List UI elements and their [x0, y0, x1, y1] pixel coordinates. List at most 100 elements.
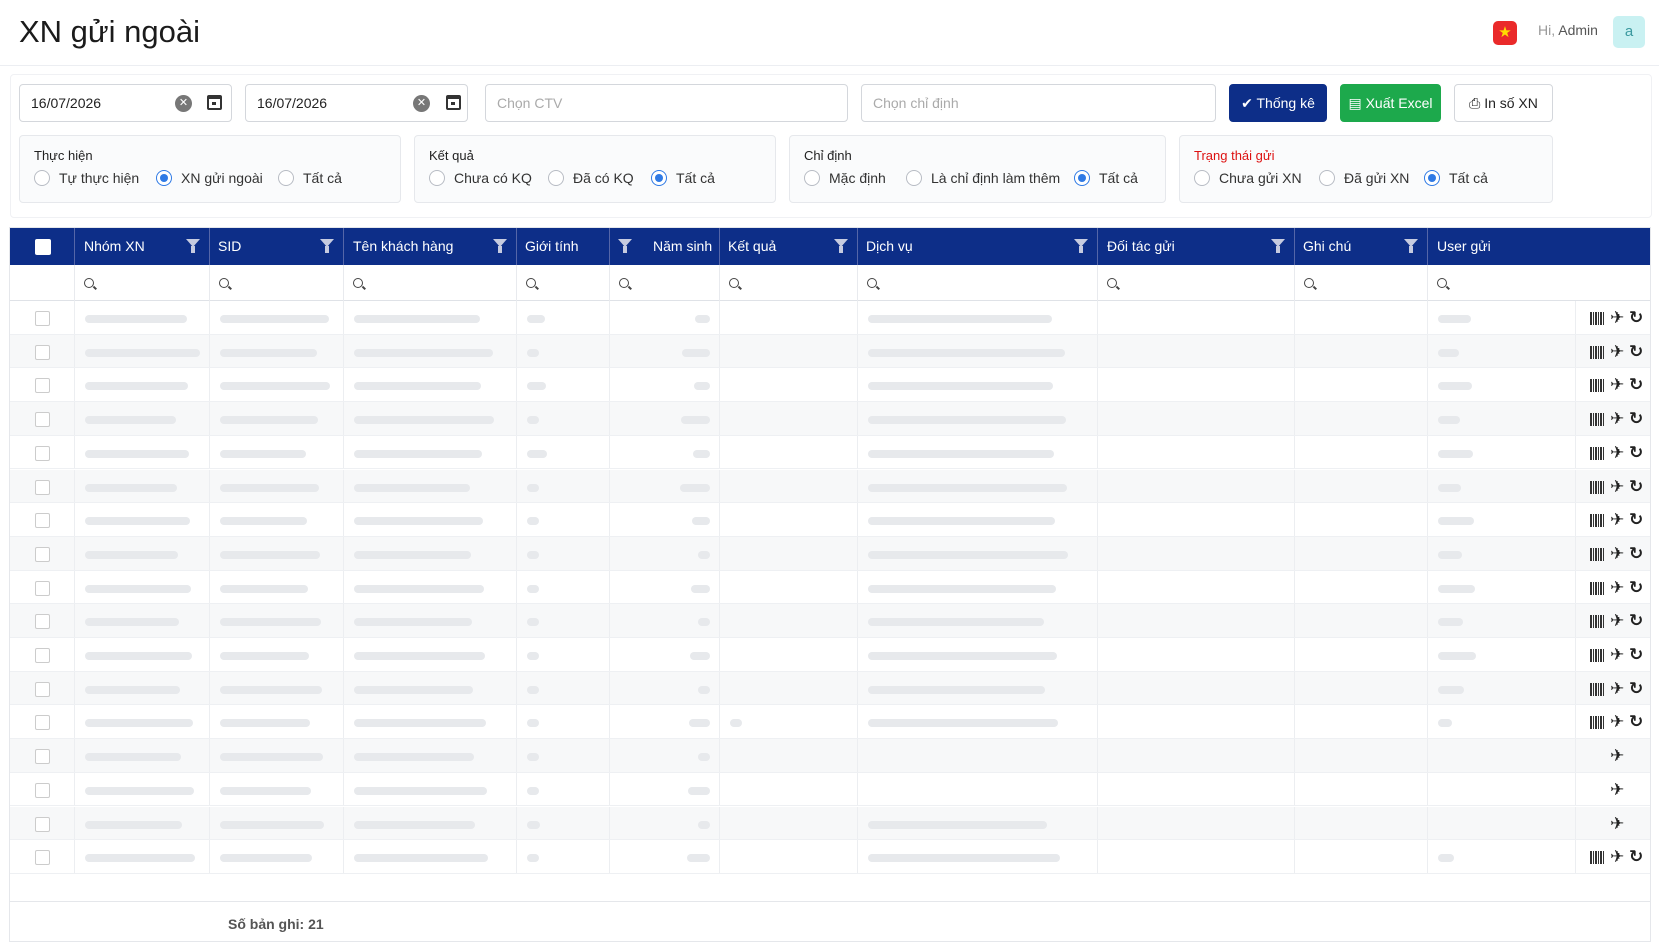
send-plane-icon[interactable]: ✈ — [1610, 544, 1624, 564]
undo-icon[interactable]: ↻ — [1629, 544, 1643, 564]
col-header-sid[interactable]: SID — [210, 228, 344, 265]
undo-icon[interactable]: ↻ — [1629, 578, 1643, 598]
to-date-input[interactable]: 16/07/2026 ✕ — [245, 84, 468, 122]
table-row[interactable]: ✈ ↻ — [10, 368, 1650, 403]
row-checkbox[interactable] — [35, 614, 50, 630]
filter-icon[interactable] — [1404, 239, 1418, 253]
row-checkbox[interactable] — [35, 513, 50, 529]
table-row[interactable]: ✈ — [10, 739, 1650, 773]
undo-icon[interactable]: ↻ — [1629, 679, 1643, 699]
send-plane-icon[interactable]: ✈ — [1610, 679, 1624, 699]
column-search[interactable] — [75, 265, 210, 301]
col-header-ket-qua[interactable]: Kết quả — [720, 228, 858, 265]
undo-icon[interactable]: ↻ — [1629, 712, 1643, 732]
send-plane-icon[interactable]: ✈ — [1610, 814, 1624, 834]
radio-da-gui-xn[interactable]: Đã gửi XN — [1319, 169, 1409, 187]
undo-icon[interactable]: ↻ — [1629, 342, 1643, 362]
send-plane-icon[interactable]: ✈ — [1610, 409, 1624, 429]
table-row[interactable]: ✈ ↻ — [10, 604, 1650, 638]
table-row[interactable]: ✈ — [10, 806, 1650, 841]
user-name[interactable]: Admin — [1558, 22, 1598, 38]
send-plane-icon[interactable]: ✈ — [1610, 510, 1624, 530]
clear-icon[interactable]: ✕ — [413, 95, 430, 112]
column-search[interactable] — [720, 265, 858, 301]
send-plane-icon[interactable]: ✈ — [1610, 645, 1624, 665]
column-search[interactable] — [858, 265, 1098, 301]
col-header-ten-khach-hang[interactable]: Tên khách hàng — [344, 228, 517, 265]
barcode-icon[interactable] — [1590, 379, 1605, 393]
row-checkbox[interactable] — [35, 749, 50, 765]
col-header-nhom-xn[interactable]: Nhóm XN — [75, 228, 210, 265]
table-row[interactable]: ✈ ↻ — [10, 536, 1650, 571]
col-header-nam-sinh[interactable]: Năm sinh — [610, 228, 720, 265]
table-row[interactable]: ✈ ↻ — [10, 301, 1650, 335]
send-plane-icon[interactable]: ✈ — [1610, 375, 1624, 395]
send-plane-icon[interactable]: ✈ — [1610, 847, 1624, 867]
table-row[interactable]: ✈ ↻ — [10, 705, 1650, 740]
col-header-ghi-chu[interactable]: Ghi chú — [1295, 228, 1428, 265]
table-row[interactable]: ✈ ↻ — [10, 570, 1650, 605]
radio-chua-co-kq[interactable]: Chưa có KQ — [429, 169, 532, 187]
radio-da-co-kq[interactable]: Đã có KQ — [548, 169, 634, 187]
col-header-gioi-tinh[interactable]: Giới tính — [517, 228, 610, 265]
radio-mac-dinh[interactable]: Mặc định — [804, 169, 886, 187]
filter-icon[interactable] — [493, 239, 507, 253]
radio-tu-thuc-hien[interactable]: Tự thực hiện — [34, 169, 139, 187]
send-plane-icon[interactable]: ✈ — [1610, 342, 1624, 362]
select-all-checkbox[interactable] — [35, 239, 51, 255]
send-plane-icon[interactable]: ✈ — [1610, 746, 1624, 766]
table-row[interactable]: ✈ ↻ — [10, 469, 1650, 504]
col-header-user-gui[interactable]: User gửi — [1428, 228, 1650, 265]
radio-tat-ca[interactable]: Tất cả — [1424, 169, 1488, 187]
undo-icon[interactable]: ↻ — [1629, 645, 1643, 665]
thong-ke-button[interactable]: ✔ Thống kê — [1229, 84, 1327, 122]
table-row[interactable]: ✈ ↻ — [10, 840, 1650, 874]
filter-icon[interactable] — [834, 239, 848, 253]
barcode-icon[interactable] — [1590, 312, 1605, 325]
ctv-select[interactable]: Chọn CTV — [485, 84, 848, 122]
row-checkbox[interactable] — [35, 715, 50, 731]
undo-icon[interactable]: ↻ — [1629, 477, 1643, 497]
undo-icon[interactable]: ↻ — [1629, 409, 1643, 429]
table-row[interactable]: ✈ ↻ — [10, 334, 1650, 369]
row-checkbox[interactable] — [35, 412, 50, 428]
row-checkbox[interactable] — [35, 445, 50, 461]
column-search[interactable] — [517, 265, 610, 301]
barcode-icon[interactable] — [1590, 514, 1605, 528]
barcode-icon[interactable] — [1590, 480, 1605, 494]
calendar-icon[interactable] — [446, 95, 461, 110]
filter-icon[interactable] — [186, 239, 200, 253]
row-checkbox[interactable] — [35, 816, 50, 832]
chi-dinh-select[interactable]: Chọn chỉ định — [861, 84, 1216, 122]
send-plane-icon[interactable]: ✈ — [1610, 578, 1624, 598]
row-checkbox[interactable] — [35, 580, 50, 596]
filter-icon[interactable] — [1074, 239, 1088, 253]
row-checkbox[interactable] — [35, 311, 50, 326]
radio-chi-dinh-lam-them[interactable]: Là chỉ định làm thêm — [906, 169, 1060, 187]
column-search[interactable] — [1098, 265, 1295, 301]
col-header-dich-vu[interactable]: Dịch vụ — [858, 228, 1098, 265]
table-row[interactable]: ✈ ↻ — [10, 638, 1650, 672]
column-search[interactable] — [210, 265, 344, 301]
calendar-icon[interactable] — [207, 95, 222, 110]
row-checkbox[interactable] — [35, 479, 50, 495]
send-plane-icon[interactable]: ✈ — [1610, 443, 1624, 463]
clear-icon[interactable]: ✕ — [175, 95, 192, 112]
barcode-icon[interactable] — [1590, 682, 1605, 696]
undo-icon[interactable]: ↻ — [1629, 611, 1643, 631]
barcode-icon[interactable] — [1590, 547, 1605, 561]
send-plane-icon[interactable]: ✈ — [1610, 712, 1624, 732]
undo-icon[interactable]: ↻ — [1629, 375, 1643, 395]
row-checkbox[interactable] — [35, 782, 50, 798]
from-date-input[interactable]: 16/07/2026 ✕ — [19, 84, 232, 122]
filter-icon[interactable] — [1271, 239, 1285, 253]
radio-chua-gui-xn[interactable]: Chưa gửi XN — [1194, 169, 1302, 187]
table-row[interactable]: ✈ ↻ — [10, 503, 1650, 537]
radio-xn-gui-ngoai[interactable]: XN gửi ngoài — [156, 169, 263, 187]
table-row[interactable]: ✈ ↻ — [10, 402, 1650, 436]
filter-icon[interactable] — [320, 239, 334, 253]
barcode-icon[interactable] — [1590, 615, 1605, 629]
row-checkbox[interactable] — [35, 681, 50, 697]
send-plane-icon[interactable]: ✈ — [1610, 308, 1624, 328]
column-search[interactable] — [1295, 265, 1428, 301]
